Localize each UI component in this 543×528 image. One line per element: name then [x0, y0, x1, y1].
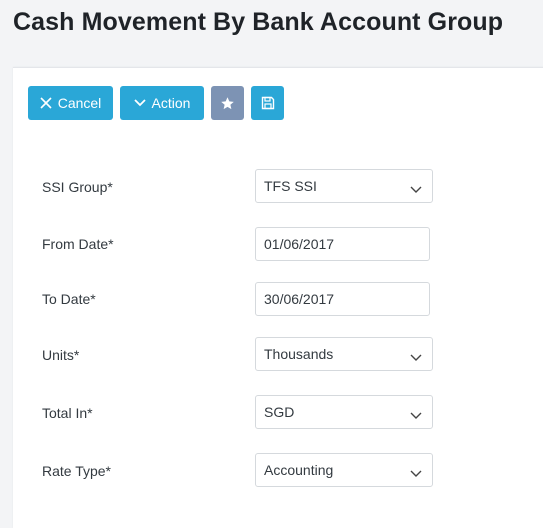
page-title: Cash Movement By Bank Account Group: [13, 8, 504, 36]
close-icon: [40, 97, 52, 109]
favorite-button[interactable]: [211, 86, 244, 120]
from-date-label: From Date*: [42, 236, 114, 252]
save-icon: [261, 96, 275, 110]
total-in-label: Total In*: [42, 405, 93, 421]
chevron-down-icon: [133, 99, 146, 107]
rate-type-value: Accounting: [264, 462, 334, 478]
action-button-label: Action: [151, 95, 191, 111]
ssi-group-label: SSI Group*: [42, 179, 113, 195]
units-label: Units*: [42, 347, 80, 363]
chevron-down-icon: [410, 349, 422, 365]
form-panel: Cancel Action SSI Group* TFS SSI From Da…: [13, 67, 543, 528]
from-date-field[interactable]: 01/06/2017: [255, 227, 430, 261]
units-value: Thousands: [264, 346, 334, 362]
star-icon: [220, 96, 235, 111]
ssi-group-value: TFS SSI: [264, 178, 317, 194]
cancel-button[interactable]: Cancel: [28, 86, 113, 120]
chevron-down-icon: [410, 465, 422, 481]
to-date-label: To Date*: [42, 291, 96, 307]
action-button[interactable]: Action: [120, 86, 204, 120]
to-date-field[interactable]: 30/06/2017: [255, 282, 430, 316]
cancel-button-label: Cancel: [57, 95, 102, 111]
rate-type-select[interactable]: Accounting: [255, 453, 433, 487]
chevron-down-icon: [410, 407, 422, 423]
total-in-select[interactable]: SGD: [255, 395, 433, 429]
rate-type-label: Rate Type*: [42, 463, 112, 479]
save-button[interactable]: [251, 86, 284, 120]
chevron-down-icon: [410, 181, 422, 197]
units-select[interactable]: Thousands: [255, 337, 433, 371]
from-date-value: 01/06/2017: [264, 236, 335, 252]
total-in-value: SGD: [264, 404, 295, 420]
to-date-value: 30/06/2017: [264, 291, 335, 307]
ssi-group-select[interactable]: TFS SSI: [255, 169, 433, 203]
